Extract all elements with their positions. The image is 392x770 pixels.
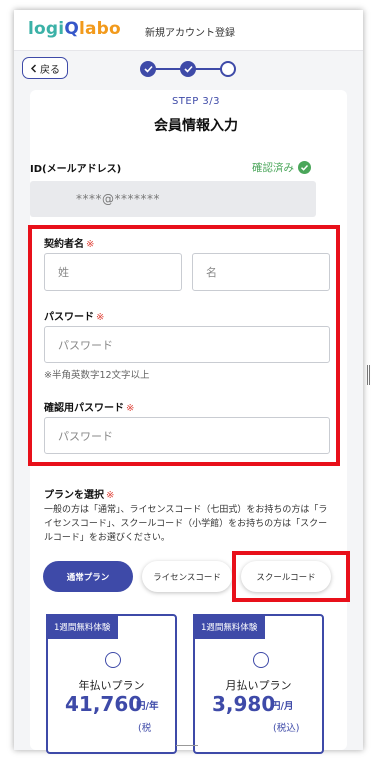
plan-label: プランを選択 ※ bbox=[44, 486, 114, 501]
plan-price: 41,760 bbox=[65, 692, 143, 716]
back-button[interactable]: 戻る bbox=[22, 57, 68, 79]
step-label: STEP 3/3 bbox=[171, 96, 221, 107]
check-icon bbox=[143, 65, 153, 73]
page-title: 会員情報入力 bbox=[154, 118, 238, 134]
plan-card-annual[interactable]: 1週間無料体験 年払いプラン 41,760 円/年 (税 bbox=[46, 614, 177, 754]
chevron-left-icon bbox=[30, 63, 38, 73]
plan-description: 一般の方は「通常」、ライセンスコード（七田式）をお持ちの方は「ライセンスコード」… bbox=[44, 505, 328, 543]
tab-license-code[interactable]: ライセンスコード bbox=[142, 561, 232, 592]
plan-tax-note: (税 bbox=[138, 723, 152, 734]
step-1-done bbox=[140, 61, 156, 77]
free-trial-tag: 1週間無料体験 bbox=[193, 614, 266, 639]
plan-label-text: プランを選択 bbox=[44, 490, 104, 501]
scrollbar-handle[interactable] bbox=[367, 365, 370, 385]
plan-unit: 円/月 bbox=[271, 701, 294, 712]
verified-text: 確認済み bbox=[252, 162, 294, 174]
logo-part-logi: logi bbox=[28, 19, 65, 39]
plan-tax-note: (税込) bbox=[273, 723, 300, 734]
tab-standard-plan[interactable]: 通常プラン bbox=[43, 561, 133, 592]
plan-radio-monthly[interactable] bbox=[253, 652, 269, 668]
check-circle-icon bbox=[298, 161, 311, 174]
plan-name: 月払いプラン bbox=[225, 679, 292, 692]
step-progress-indicator bbox=[140, 61, 236, 77]
step-2-done bbox=[180, 61, 196, 77]
step-3-current bbox=[220, 61, 236, 77]
free-trial-tag: 1週間無料体験 bbox=[46, 614, 119, 639]
back-button-label: 戻る bbox=[40, 64, 60, 76]
logo-part-labo: labo bbox=[78, 19, 121, 39]
plan-card-monthly[interactable]: 1週間無料体験 月払いプラン 3,980 円/月 (税込) bbox=[193, 614, 324, 754]
required-mark: ※ bbox=[106, 490, 115, 501]
highlight-box-school-code bbox=[232, 551, 350, 602]
header-title: 新規アカウント登録 bbox=[145, 28, 235, 39]
email-label-text: ID(メールアドレス) bbox=[30, 164, 122, 175]
logo-part-q: Q bbox=[64, 19, 79, 39]
email-label: ID(メールアドレス) bbox=[30, 160, 121, 175]
plan-price: 3,980 bbox=[212, 692, 276, 716]
email-value-field: ****@******* bbox=[30, 181, 316, 217]
plan-radio-annual[interactable] bbox=[105, 652, 121, 668]
app-header: logiQlabo 新規アカウント登録 bbox=[14, 10, 363, 51]
plan-unit: 円/年 bbox=[136, 701, 159, 712]
verified-status: 確認済み bbox=[252, 160, 311, 175]
plan-name: 年払いプラン bbox=[78, 679, 145, 692]
check-icon bbox=[183, 65, 193, 73]
home-indicator bbox=[176, 745, 198, 746]
logiqlabo-logo: logiQlabo bbox=[28, 19, 121, 39]
highlight-box-form bbox=[28, 225, 340, 466]
